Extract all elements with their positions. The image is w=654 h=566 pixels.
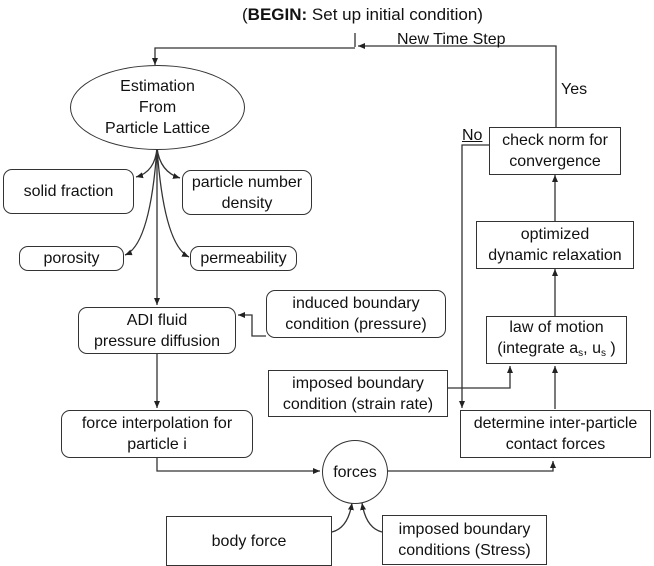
imposed-stress-node: imposed boundary conditions (Stress): [382, 515, 547, 565]
edge-strain-to-law: [443, 366, 513, 389]
law-of-motion-line2: (integrate as, us ): [497, 338, 616, 364]
edge-to-estimation: [152, 47, 355, 65]
edge-interp-to-forces: [156, 457, 320, 474]
no-label: No: [462, 127, 483, 144]
force-interpolation-node: force interpolation for particle i: [61, 410, 253, 458]
new-time-step-label: New Time Step: [397, 31, 506, 48]
begin-title-rest: Set up initial condition): [307, 5, 483, 24]
law-of-motion-line1: law of motion: [509, 318, 604, 336]
estimation-node: Estimation From Particle Lattice: [70, 65, 245, 150]
body-force-node: body force: [166, 516, 332, 566]
adi-fluid-node: ADI fluid pressure diffusion: [78, 307, 236, 354]
begin-title: (BEGIN: Set up initial condition): [242, 6, 483, 24]
permeability-node: permeability: [190, 246, 297, 271]
edge-body-to-forces: [331, 502, 354, 533]
edge-no-loop: [459, 144, 489, 408]
edge-to-solid-fraction: [135, 147, 158, 179]
optimized-relaxation-node: optimized dynamic relaxation: [476, 221, 634, 269]
law-line2-suffix: ): [605, 339, 616, 357]
imposed-strain-rate-node: imposed boundary condition (strain rate): [268, 370, 448, 417]
edge-stress-to-forces: [360, 502, 383, 533]
porosity-node: porosity: [19, 246, 124, 271]
edge-yes-loop: [358, 43, 557, 129]
solid-fraction-node: solid fraction: [3, 169, 134, 214]
particle-number-density-node: particle number density: [182, 170, 312, 215]
law-of-motion-node: law of motion (integrate as, us ): [486, 316, 627, 364]
law-line2-mid: , u: [583, 339, 601, 357]
edge-forces-to-determine: [387, 461, 556, 472]
check-norm-node: check norm for convergence: [489, 127, 621, 175]
forces-node: forces: [322, 440, 388, 504]
determine-contact-forces-node: determine inter-particle contact forces: [460, 410, 651, 458]
edge-induced-to-adi: [238, 312, 266, 337]
law-line2-prefix: (integrate a: [497, 339, 579, 357]
edge-to-particle-density: [156, 147, 181, 179]
yes-label: Yes: [561, 81, 588, 98]
induced-boundary-node: induced boundary condition (pressure): [266, 290, 446, 338]
begin-title-bold: BEGIN:: [247, 5, 308, 24]
